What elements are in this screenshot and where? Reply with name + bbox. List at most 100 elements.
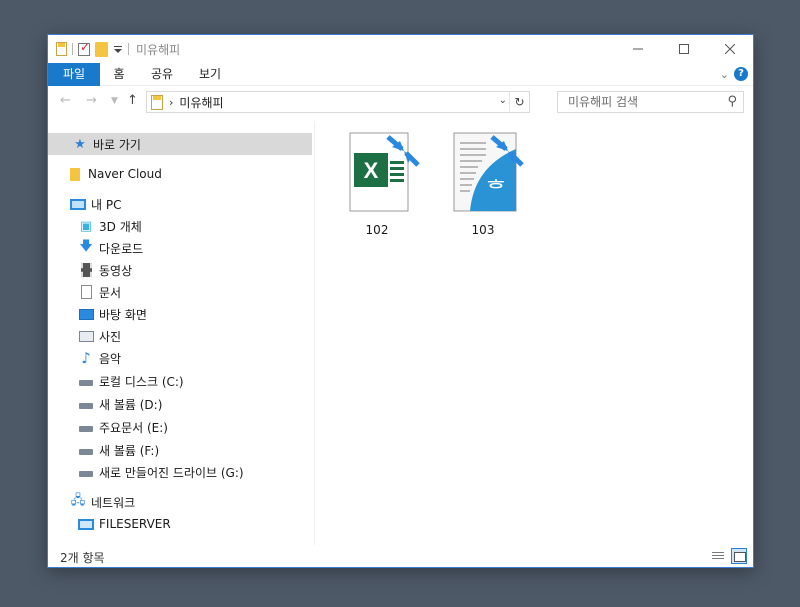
sidebar-item-label: 바로 가기: [93, 137, 141, 152]
ribbon: 파일 홈 공유 보기 ⌄ ?: [48, 63, 753, 86]
status-bar: 2개 항목: [48, 545, 753, 567]
navigation-pane: ★ 바로 가기 Naver Cloud 내 PC ▣ 3D 개체 🡇 다운로드 …: [48, 121, 314, 545]
tab-view[interactable]: 보기: [192, 63, 228, 86]
sidebar-item-music[interactable]: ♪ 음악: [78, 347, 121, 369]
navigation-bar: ← → ▼ ↑ › 미유해피 ⌄ ↻ 미유해피 검색 ⚲: [48, 87, 753, 117]
close-button[interactable]: [707, 35, 753, 63]
help-icon[interactable]: ?: [734, 67, 748, 81]
sidebar-item-label: 로컬 디스크 (C:): [99, 374, 184, 389]
file-name: 103: [471, 223, 495, 237]
pane-divider[interactable]: [314, 121, 315, 545]
sidebar-item-label: 새 볼륨 (F:): [99, 443, 160, 458]
recent-locations-icon[interactable]: ▼: [111, 96, 118, 106]
hwp-shortcut-icon: ᄒ: [453, 132, 524, 212]
sidebar-item-label: 문서: [99, 285, 122, 300]
forward-arrow-icon[interactable]: →: [86, 93, 97, 108]
drive-icon: [79, 403, 93, 409]
music-note-icon: ♪: [81, 349, 91, 367]
sidebar-item-drive-e[interactable]: 주요문서 (E:): [78, 416, 168, 438]
window-title: 미유해피: [136, 42, 181, 57]
title-bar: 미유해피: [48, 35, 753, 63]
sidebar-item-desktop[interactable]: 바탕 화면: [78, 303, 147, 325]
desktop-icon: [78, 308, 94, 320]
sidebar-item-downloads[interactable]: 🡇 다운로드: [78, 237, 143, 259]
search-icon[interactable]: ⚲: [727, 92, 737, 112]
properties-icon[interactable]: [56, 42, 67, 56]
address-dropdown-icon[interactable]: ⌄: [499, 95, 507, 106]
search-input[interactable]: 미유해피 검색 ⚲: [557, 91, 744, 113]
download-arrow-icon: 🡇: [79, 239, 93, 254]
sidebar-item-quick-access[interactable]: ★ 바로 가기: [48, 133, 312, 155]
tab-share[interactable]: 공유: [144, 63, 180, 86]
toolbar-divider: [72, 43, 73, 55]
close-icon: [725, 44, 735, 54]
sidebar-item-label: 바탕 화면: [99, 307, 147, 322]
breadcrumb[interactable]: 미유해피: [179, 94, 223, 111]
drive-icon: [79, 426, 93, 432]
film-icon: [80, 263, 92, 277]
sidebar-item-label: 3D 개체: [99, 219, 142, 234]
drive-icon: [79, 471, 93, 477]
large-icons-view-icon[interactable]: [731, 548, 747, 564]
file-name: 102: [365, 223, 389, 237]
document-icon: [80, 285, 92, 299]
minimize-icon: [633, 48, 643, 50]
item-count: 2개 항목: [60, 551, 105, 565]
details-view-icon[interactable]: [709, 548, 725, 564]
sidebar-item-drive-c[interactable]: 로컬 디스크 (C:): [78, 370, 184, 392]
sidebar-item-network[interactable]: 🖧 네트워크: [70, 491, 135, 513]
customize-toolbar-icon[interactable]: [113, 43, 123, 55]
sidebar-item-pictures[interactable]: 사진: [78, 325, 121, 347]
window-controls: [615, 35, 753, 63]
sidebar-item-drive-g[interactable]: 새로 만들어진 드라이브 (G:): [78, 461, 244, 483]
sidebar-item-label: 네트워크: [91, 495, 136, 510]
sidebar-item-label: 동영상: [99, 263, 133, 278]
computer-icon: [70, 198, 86, 210]
tab-home[interactable]: 홈: [106, 63, 132, 86]
refresh-icon[interactable]: ↻: [509, 92, 529, 112]
sidebar-item-label: 다운로드: [99, 241, 144, 256]
sidebar-item-this-pc[interactable]: 내 PC: [70, 193, 121, 215]
tab-file[interactable]: 파일: [48, 63, 100, 86]
maximize-button[interactable]: [661, 35, 707, 63]
search-placeholder: 미유해피 검색: [568, 95, 639, 109]
checklist-icon[interactable]: [78, 40, 90, 56]
sidebar-item-videos[interactable]: 동영상: [78, 259, 132, 281]
file-list: X 102 ᄒ 103: [316, 121, 753, 545]
sidebar-item-label: 내 PC: [91, 197, 122, 212]
quick-access-toolbar: 미유해피: [56, 40, 180, 58]
up-arrow-icon[interactable]: ↑: [127, 93, 138, 108]
maximize-icon: [679, 44, 689, 54]
file-item[interactable]: ᄒ 103: [438, 127, 528, 247]
folder-icon: [70, 167, 80, 181]
drive-icon: [79, 449, 93, 455]
picture-icon: [78, 330, 94, 342]
pin-star-icon: ★: [74, 136, 86, 152]
back-arrow-icon[interactable]: ←: [60, 93, 71, 108]
sidebar-item-label: 주요문서 (E:): [99, 420, 168, 435]
svg-text:ᄒ: ᄒ: [486, 178, 506, 203]
folder-location-icon: [151, 94, 163, 110]
toolbar-divider: [128, 43, 129, 55]
monitor-icon: [78, 518, 94, 530]
minimize-button[interactable]: [615, 35, 661, 63]
sidebar-item-drive-d[interactable]: 새 볼륨 (D:): [78, 393, 162, 415]
file-item[interactable]: X 102: [332, 127, 422, 247]
sidebar-item-label: Naver Cloud: [88, 167, 162, 181]
explorer-window: 미유해피 파일 홈 공유 보기 ⌄ ? ← → ▼ ↑ › 미: [47, 34, 754, 568]
sidebar-item-naver-cloud[interactable]: Naver Cloud: [70, 163, 162, 185]
sidebar-item-label: 사진: [99, 329, 122, 344]
new-folder-icon[interactable]: [95, 41, 108, 57]
sidebar-item-label: 새 볼륨 (D:): [99, 397, 163, 412]
sidebar-item-drive-f[interactable]: 새 볼륨 (F:): [78, 439, 159, 461]
sidebar-item-3d-objects[interactable]: ▣ 3D 개체: [78, 215, 142, 237]
sidebar-item-fileserver[interactable]: FILESERVER: [78, 513, 171, 535]
svg-text:X: X: [364, 158, 379, 183]
expand-ribbon-icon[interactable]: ⌄: [720, 68, 729, 81]
address-bar[interactable]: › 미유해피 ⌄ ↻: [146, 91, 530, 113]
sidebar-item-label: 음악: [99, 351, 122, 366]
sidebar-item-documents[interactable]: 문서: [78, 281, 121, 303]
cube-icon: ▣: [79, 218, 93, 234]
sidebar-item-label: 새로 만들어진 드라이브 (G:): [99, 465, 244, 480]
breadcrumb-separator: ›: [169, 95, 174, 109]
